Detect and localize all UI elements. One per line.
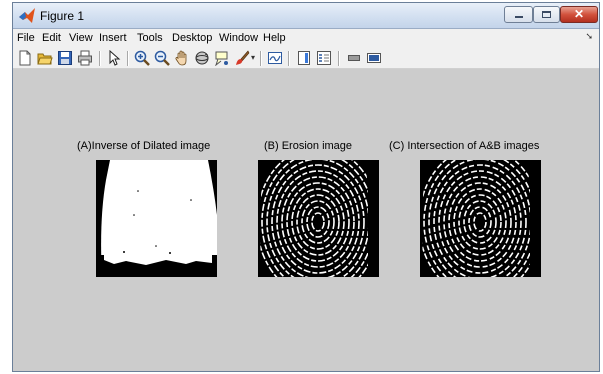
menu-window[interactable]: Window <box>219 32 258 44</box>
brush-dropdown-icon[interactable]: ▾ <box>251 53 255 62</box>
legend-icon[interactable] <box>316 50 332 66</box>
pointer-icon[interactable] <box>106 50 122 66</box>
toolbar-separator <box>99 51 101 66</box>
minimize-button[interactable] <box>504 6 533 23</box>
figure-canvas: (A)Inverse of Dilated image (B) Erosion … <box>13 69 599 371</box>
menu-insert[interactable]: Insert <box>99 32 127 44</box>
zoom-in-icon[interactable] <box>134 50 150 66</box>
toolbar-separator <box>260 51 262 66</box>
menu-bar: File Edit View Insert Tools Desktop Wind… <box>13 29 599 47</box>
colorbar-icon[interactable] <box>296 50 312 66</box>
menu-tools[interactable]: Tools <box>137 32 163 44</box>
dilated-inverse-image <box>96 160 217 277</box>
menu-file[interactable]: File <box>17 32 35 44</box>
minimize-icon <box>515 16 523 18</box>
pan-icon[interactable] <box>174 50 190 66</box>
axes-a-title: (A)Inverse of Dilated image <box>77 140 211 152</box>
matlab-logo-icon <box>19 8 35 23</box>
erosion-image <box>258 160 379 277</box>
toolbar-separator <box>127 51 129 66</box>
show-plot-tools-icon[interactable] <box>366 50 382 66</box>
menu-view[interactable]: View <box>69 32 93 44</box>
maximize-icon <box>542 11 551 18</box>
figure-window: Figure 1 ✕ File Edit View Insert Tools D… <box>12 2 600 372</box>
zoom-out-icon[interactable] <box>154 50 170 66</box>
toolbar-separator <box>288 51 290 66</box>
axes-a-image[interactable] <box>96 160 217 277</box>
maximize-button[interactable] <box>533 6 560 23</box>
brush-icon[interactable] <box>234 50 250 66</box>
data-cursor-icon[interactable] <box>214 50 230 66</box>
intersection-image <box>420 160 541 277</box>
menu-overflow-icon[interactable]: ➘ <box>585 31 593 42</box>
axes-c-title: (C) Intersection of A&B images <box>389 140 540 152</box>
axes-b-title: (B) Erosion image <box>264 140 353 152</box>
link-plot-icon[interactable] <box>267 50 283 66</box>
axes-b-image[interactable] <box>258 160 379 277</box>
new-figure-icon[interactable] <box>17 50 33 66</box>
toolbar-separator <box>338 51 340 66</box>
save-icon[interactable] <box>57 50 73 66</box>
axes-c-image[interactable] <box>420 160 541 277</box>
hide-plot-tools-icon[interactable] <box>346 50 362 66</box>
window-title: Figure 1 <box>40 9 85 23</box>
menu-edit[interactable]: Edit <box>42 32 61 44</box>
print-icon[interactable] <box>77 50 93 66</box>
close-button[interactable]: ✕ <box>560 6 598 23</box>
rotate-3d-icon[interactable] <box>194 50 210 66</box>
menu-desktop[interactable]: Desktop <box>172 32 212 44</box>
menu-help[interactable]: Help <box>263 32 286 44</box>
close-icon: ✕ <box>573 7 585 21</box>
title-bar[interactable]: Figure 1 ✕ <box>13 3 599 29</box>
open-file-icon[interactable] <box>37 50 53 66</box>
figure-toolbar: ▾ <box>13 47 599 69</box>
